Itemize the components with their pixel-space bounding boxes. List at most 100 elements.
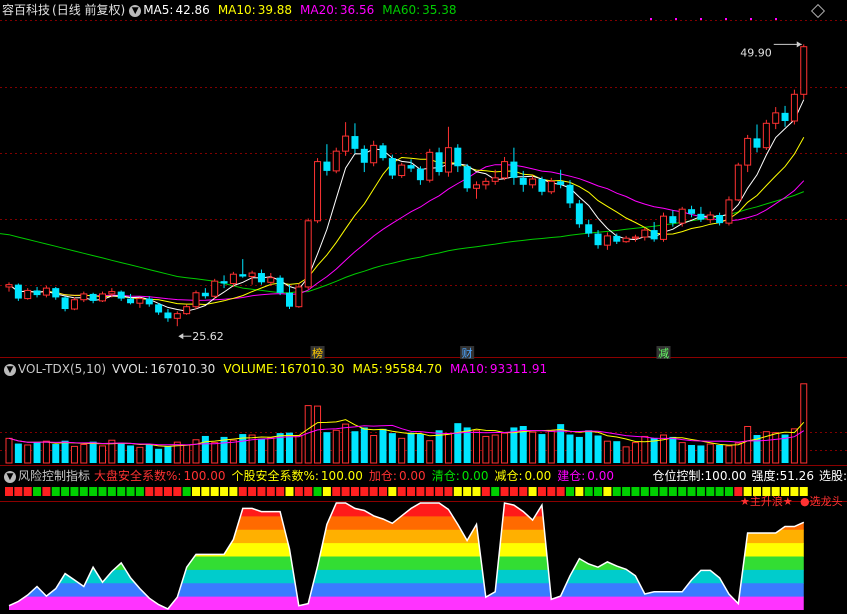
candle bbox=[220, 275, 228, 289]
volume-bar bbox=[211, 442, 219, 464]
stock-label: 个股安全系数%: bbox=[231, 469, 319, 483]
risk-status-cell bbox=[163, 487, 172, 496]
volume-bar bbox=[351, 431, 359, 463]
candle bbox=[80, 291, 88, 303]
vol-title[interactable]: VOL-TDX(5,10) bbox=[18, 362, 106, 376]
risk-status-cell bbox=[14, 487, 23, 496]
risk-status-cell bbox=[640, 487, 649, 496]
chevron-down-icon[interactable]: ▼ bbox=[4, 363, 16, 376]
candle-body bbox=[538, 179, 546, 192]
candle-body bbox=[473, 184, 480, 189]
candle-body bbox=[5, 284, 13, 288]
risk-status-cell bbox=[706, 487, 715, 496]
volume-bar bbox=[201, 435, 209, 463]
candle-body bbox=[379, 145, 387, 159]
candle-body bbox=[622, 237, 630, 243]
volume-bar bbox=[622, 446, 630, 464]
volume-bar bbox=[491, 434, 499, 464]
volume-bar bbox=[613, 441, 621, 463]
candle-body bbox=[641, 229, 649, 238]
risk-status-cell bbox=[266, 487, 275, 496]
candle-body bbox=[314, 161, 322, 222]
volume-bar bbox=[5, 437, 13, 464]
stock-name[interactable]: 容百科技 bbox=[2, 3, 50, 17]
risk-status-cell bbox=[182, 487, 191, 496]
risk-status-cell bbox=[117, 487, 126, 496]
volume-bar bbox=[61, 440, 69, 463]
pos-label: 仓位控制: bbox=[652, 469, 705, 483]
candle-body bbox=[164, 312, 172, 319]
candle-body bbox=[547, 180, 555, 193]
candle bbox=[734, 162, 742, 202]
vol-ma5-value: 95584.70 bbox=[384, 362, 443, 376]
candle-body bbox=[613, 235, 621, 242]
risk-status-cell bbox=[332, 487, 341, 496]
candle-body bbox=[426, 151, 434, 181]
risk-status-cell bbox=[126, 487, 135, 496]
candle-body bbox=[510, 161, 518, 178]
candle bbox=[173, 311, 181, 327]
candle-body bbox=[800, 46, 808, 95]
chevron-down-icon[interactable]: ▼ bbox=[129, 4, 142, 17]
risk-title[interactable]: 风险控制指标 bbox=[18, 469, 90, 483]
risk-status-cell bbox=[313, 487, 322, 496]
candle bbox=[370, 140, 378, 167]
candle-body bbox=[286, 292, 293, 307]
candle bbox=[678, 206, 686, 227]
risk-status-cell bbox=[594, 487, 603, 496]
candle-body bbox=[220, 281, 228, 284]
candle bbox=[725, 196, 733, 226]
big-label: 大盘安全系数%: bbox=[94, 469, 182, 483]
candle-body bbox=[267, 277, 275, 283]
risk-status-cell bbox=[603, 487, 612, 496]
risk-status-cell bbox=[23, 487, 32, 496]
volume-bar bbox=[697, 445, 705, 463]
risk-header: ▼ 风险控制指标 大盘安全系数%: 100.00 个股安全系数%: 100.00 加仓: 0.… bbox=[2, 467, 616, 485]
risk-status-cell bbox=[276, 487, 285, 496]
vvol-value: 167010.30 bbox=[150, 362, 216, 376]
risk-status-cell bbox=[659, 487, 668, 496]
risk-status-cell bbox=[556, 487, 565, 496]
candle-body bbox=[304, 220, 312, 288]
risk-status-cell bbox=[89, 487, 98, 496]
add-label: 加仓: bbox=[368, 469, 397, 483]
candle-body bbox=[772, 112, 780, 124]
volume-bar bbox=[33, 442, 41, 463]
volume-bar bbox=[332, 429, 340, 464]
risk-status-cell bbox=[668, 487, 677, 496]
risk-status-cell bbox=[444, 487, 453, 496]
strength-value: 51.26 bbox=[779, 469, 814, 483]
risk-status-cell bbox=[369, 487, 378, 496]
pos-value: 100.00 bbox=[704, 469, 747, 483]
signal-dot bbox=[775, 18, 777, 20]
chevron-down-icon[interactable]: ▼ bbox=[4, 470, 16, 483]
volume-bar bbox=[734, 442, 742, 464]
risk-status-cell bbox=[201, 487, 210, 496]
candle-body bbox=[351, 136, 359, 149]
candle bbox=[136, 297, 144, 308]
candle-body bbox=[192, 292, 200, 308]
risk-status-cell bbox=[519, 487, 528, 496]
volume-bar bbox=[379, 428, 387, 463]
candle-body bbox=[136, 298, 144, 304]
signal-dot bbox=[675, 18, 677, 20]
risk-status-cell bbox=[622, 487, 631, 496]
risk-status-cell bbox=[70, 487, 79, 496]
strength-band bbox=[9, 543, 804, 557]
volume-bar bbox=[80, 444, 88, 464]
candle bbox=[688, 205, 696, 218]
strength-band bbox=[9, 503, 804, 517]
candle bbox=[800, 44, 808, 99]
ma10-value: 39.88 bbox=[257, 3, 293, 17]
risk-status-cell bbox=[416, 487, 425, 496]
ma10-label: MA10: bbox=[217, 3, 256, 17]
signal-dot bbox=[700, 18, 702, 20]
candle bbox=[201, 288, 209, 299]
risk-status-cell bbox=[294, 487, 303, 496]
candle-body bbox=[566, 184, 574, 204]
candle-body bbox=[89, 293, 97, 301]
volume-bar bbox=[594, 435, 602, 463]
reduce-value: 0.00 bbox=[524, 469, 552, 483]
volume-bar bbox=[529, 431, 537, 464]
signal-dot bbox=[750, 18, 752, 20]
